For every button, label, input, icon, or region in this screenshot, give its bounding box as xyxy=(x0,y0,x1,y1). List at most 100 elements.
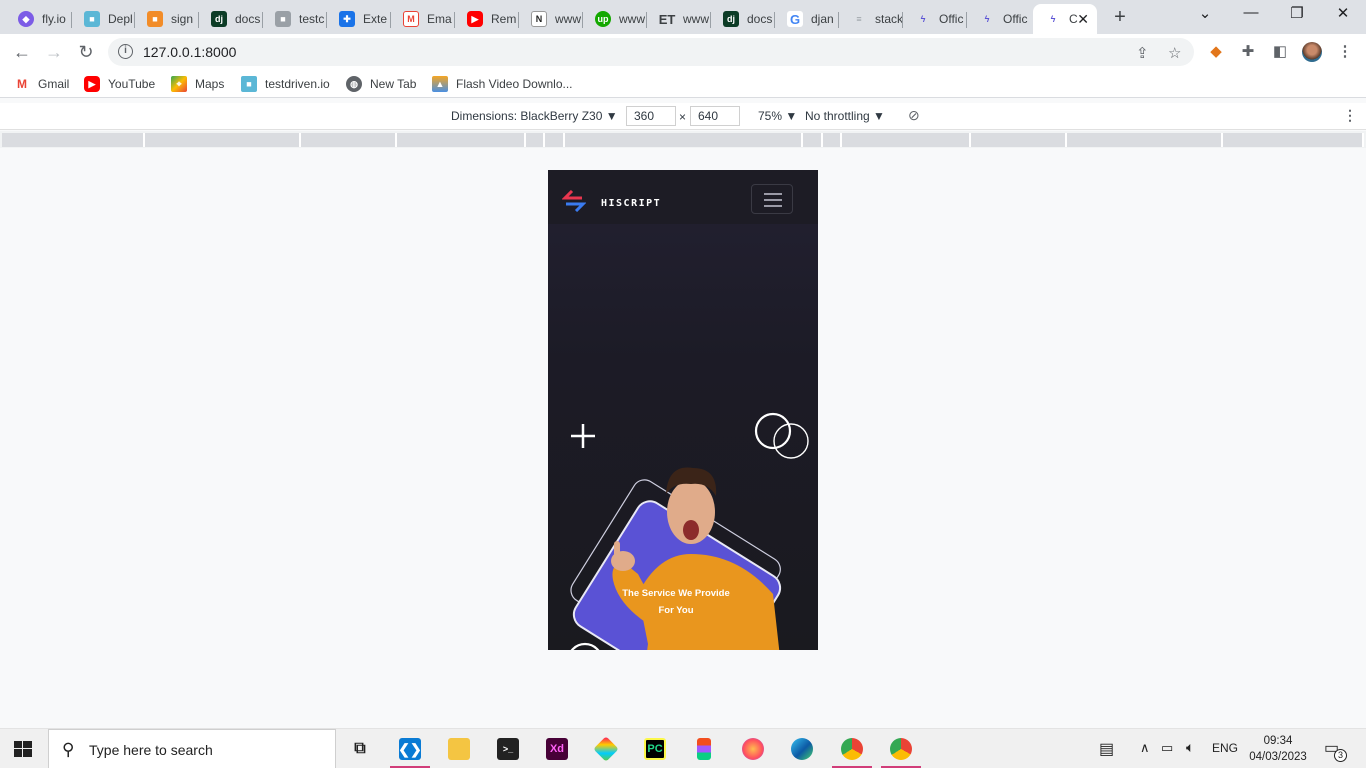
service-heading: The Service We Provide For You xyxy=(608,585,744,619)
height-input[interactable]: 640 xyxy=(690,106,740,126)
tab-11[interactable]: dj docs xyxy=(711,4,775,34)
media-query-segment[interactable] xyxy=(545,133,565,147)
tab-6[interactable]: M Ema xyxy=(391,4,455,34)
taskbar-firefox[interactable] xyxy=(729,729,777,768)
close-window-button[interactable]: ✕ xyxy=(1328,4,1358,26)
taskbar-chrome-1[interactable] xyxy=(828,729,876,768)
taskbar-figma[interactable] xyxy=(680,729,728,768)
media-query-segment[interactable] xyxy=(145,133,301,147)
tab-9[interactable]: up www xyxy=(583,4,647,34)
taskbar-search-box[interactable]: ⚲ Type here to search xyxy=(48,729,336,768)
media-query-segment[interactable] xyxy=(526,133,545,147)
tab-10[interactable]: ET www xyxy=(647,4,711,34)
media-query-segment[interactable] xyxy=(565,133,803,147)
extensions-puzzle-icon[interactable]: ✚ xyxy=(1237,41,1259,63)
site-brand[interactable]: HISCRIPT xyxy=(601,198,661,209)
media-query-segment[interactable] xyxy=(803,133,823,147)
clock-date: 04/03/2023 xyxy=(1249,751,1307,763)
bookmark-youtube[interactable]: ▶ YouTube xyxy=(84,76,155,92)
menu-kebab-icon[interactable]: ⋮ xyxy=(1334,41,1356,63)
tab-search-icon[interactable]: ⌄ xyxy=(1190,4,1220,26)
media-query-segment[interactable] xyxy=(1067,133,1223,147)
volume-icon[interactable]: 🔈︎ xyxy=(1186,739,1194,768)
media-query-bar[interactable] xyxy=(0,131,1366,148)
throttling-select[interactable]: No throttling ▼ xyxy=(805,109,885,123)
tab-label: Offic xyxy=(1003,12,1028,26)
bookmark-maps[interactable]: ⌖ Maps xyxy=(171,76,224,92)
taskbar-edge[interactable] xyxy=(778,729,826,768)
metamask-icon[interactable]: ◆ xyxy=(1205,41,1227,63)
tab-15[interactable]: ϟ Offic xyxy=(967,4,1031,34)
taskbar-adobe-xd[interactable]: Xd xyxy=(533,729,581,768)
tab-1[interactable]: ■ Depl xyxy=(72,4,135,34)
media-query-segment[interactable] xyxy=(971,133,1067,147)
terminal-icon: >_ xyxy=(497,738,519,760)
tab-label: Offic xyxy=(939,12,964,26)
hiscript-icon: ϟ xyxy=(1050,14,1056,24)
tab-3[interactable]: dj docs xyxy=(199,4,263,34)
emulated-viewport-area: HISCRIPT The Service We Provide For You xyxy=(0,148,1366,728)
taskbar-vscode[interactable]: ❮❯ xyxy=(386,729,434,768)
tab-label: sign xyxy=(171,12,194,26)
media-query-segment[interactable] xyxy=(2,133,145,147)
news-widget-icon[interactable]: ▤ xyxy=(1099,739,1114,768)
rotate-icon[interactable]: ⊘ xyxy=(908,107,920,124)
media-query-segment[interactable] xyxy=(301,133,397,147)
tab-2[interactable]: ■ sign xyxy=(135,4,199,34)
forward-button[interactable]: → xyxy=(42,40,66,64)
hiscript-logo-icon[interactable] xyxy=(562,190,586,212)
bookmark-flash-video[interactable]: ▲ Flash Video Downlo... xyxy=(432,76,573,92)
bookmark-new-tab[interactable]: ◍ New Tab xyxy=(346,76,416,92)
profile-avatar[interactable] xyxy=(1302,42,1322,62)
taskbar-pycharm[interactable]: PC xyxy=(631,729,679,768)
bookmark-label: Gmail xyxy=(38,77,70,91)
close-tab-icon[interactable]: ✕ xyxy=(1077,11,1089,28)
tab-14[interactable]: ϟ Offic xyxy=(903,4,967,34)
site-info-icon[interactable]: i xyxy=(118,44,133,59)
bookmark-star-icon[interactable]: ☆ xyxy=(1168,44,1181,62)
bookmark-testdriven[interactable]: ■ testdriven.io xyxy=(241,76,330,92)
taskbar-terminal[interactable]: >_ xyxy=(484,729,532,768)
zoom-select[interactable]: 75% ▼ xyxy=(758,109,797,123)
hamburger-menu-button[interactable] xyxy=(751,184,793,214)
address-bar[interactable]: i 127.0.0.1:8000 ⇪ ☆ xyxy=(108,38,1194,66)
bookmark-gmail[interactable]: M Gmail xyxy=(14,76,69,92)
tab-7[interactable]: ▶ Rem xyxy=(455,4,519,34)
system-clock[interactable]: 09:34 04/03/2023 xyxy=(1246,733,1310,765)
more-options-icon[interactable]: ⋮ xyxy=(1343,107,1357,124)
tab-8[interactable]: N www xyxy=(519,4,583,34)
search-placeholder[interactable]: Type here to search xyxy=(89,742,213,758)
show-hidden-icons-chevron[interactable]: ∧ xyxy=(1140,740,1150,768)
reload-button[interactable]: ↻ xyxy=(74,40,98,64)
tab-0[interactable]: ◆ fly.io xyxy=(6,4,72,34)
taskbar-chrome-2[interactable] xyxy=(877,729,925,768)
new-tab-button[interactable]: + xyxy=(1108,6,1132,30)
windows-start-icon[interactable] xyxy=(14,741,32,757)
media-query-segment[interactable] xyxy=(842,133,971,147)
url-text[interactable]: 127.0.0.1:8000 xyxy=(143,44,236,60)
media-query-segment[interactable] xyxy=(823,133,842,147)
back-button[interactable]: ← xyxy=(10,40,34,64)
taskbar-file-explorer[interactable] xyxy=(435,729,483,768)
tab-16-active[interactable]: ϟ C ✕ xyxy=(1033,4,1097,34)
windows-taskbar: ⚲ Type here to search ⧉ ❮❯ >_ Xd PC ▤ ∧ … xyxy=(0,728,1366,768)
tab-12[interactable]: G djan xyxy=(775,4,839,34)
task-view-button[interactable]: ⧉ xyxy=(336,729,384,768)
tab-5[interactable]: ✚ Exte xyxy=(327,4,391,34)
battery-icon[interactable]: ▭ xyxy=(1161,740,1173,768)
side-panel-icon[interactable]: ◧ xyxy=(1269,41,1291,63)
media-query-segment[interactable] xyxy=(1223,133,1364,147)
width-input[interactable]: 360 xyxy=(626,106,676,126)
share-icon[interactable]: ⇪ xyxy=(1136,44,1149,62)
tab-strip: ◆ fly.io ■ Depl ■ sign dj docs ■ testc ✚… xyxy=(0,0,1366,34)
tab-label: www xyxy=(683,12,709,26)
restore-button[interactable]: ❐ xyxy=(1282,4,1312,26)
minimize-button[interactable]: — xyxy=(1236,4,1266,26)
taskbar-gitkraken[interactable] xyxy=(582,729,630,768)
media-query-segment[interactable] xyxy=(397,133,526,147)
tab-4[interactable]: ■ testc xyxy=(263,4,327,34)
device-select[interactable]: Dimensions: BlackBerry Z30 ▼ xyxy=(451,109,618,123)
bookmarks-bar: M Gmail ▶ YouTube ⌖ Maps ■ testdriven.io… xyxy=(0,70,1366,98)
language-indicator[interactable]: ENG xyxy=(1212,741,1238,768)
tab-13[interactable]: ≡ stack xyxy=(839,4,903,34)
